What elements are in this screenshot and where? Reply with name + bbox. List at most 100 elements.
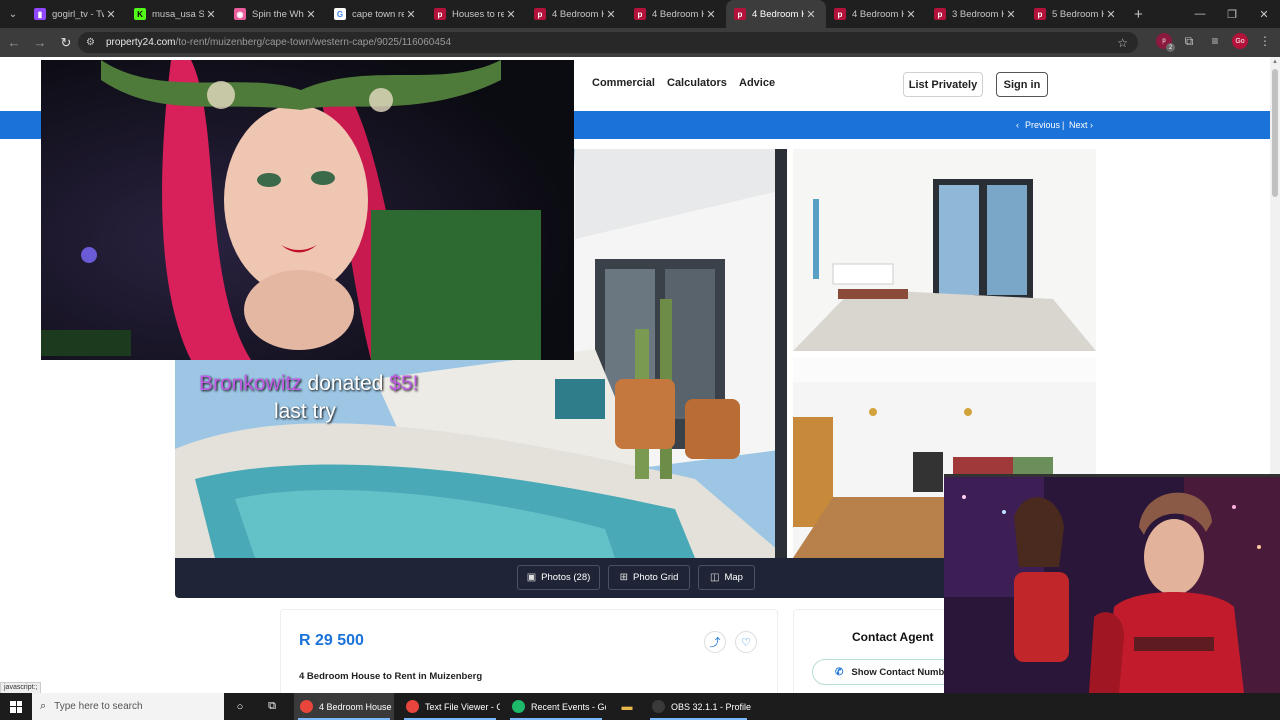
tab-title: cape town rental: [352, 8, 404, 20]
windows-taskbar: ⌕ Type here to search ○ ⧉ 4 Bedroom Hous…: [0, 693, 1280, 720]
bookmark-star-icon[interactable]: ☆: [1117, 36, 1128, 50]
tab-favicon-icon: G: [334, 8, 346, 20]
url-host: property24.com: [106, 37, 176, 48]
media-controls-icon[interactable]: ≡: [1206, 32, 1224, 50]
restore-icon[interactable]: ❐: [1216, 0, 1248, 28]
profile-avatar[interactable]: Go: [1232, 33, 1248, 49]
cortana-circle-icon[interactable]: ○: [224, 693, 256, 720]
browser-tab[interactable]: p 5 Bedroom House✕: [1026, 0, 1126, 28]
tab-close-icon[interactable]: ✕: [1104, 8, 1118, 21]
next-link[interactable]: Next: [1069, 120, 1088, 130]
previous-link[interactable]: Previous: [1025, 120, 1060, 130]
file-explorer-icon[interactable]: ▬: [611, 693, 643, 720]
scrollbar-thumb[interactable]: [1272, 69, 1278, 197]
tab-title: 4 Bedroom House: [652, 8, 704, 20]
favourite-heart-icon[interactable]: ♡: [735, 631, 757, 653]
browser-tab[interactable]: p 4 Bedroom House✕: [526, 0, 626, 28]
browser-tab[interactable]: ▮ gogirl_tv - Twitch✕: [26, 0, 126, 28]
close-window-icon[interactable]: ✕: [1248, 0, 1280, 28]
webcam-label-overlay: [41, 330, 131, 356]
tab-close-icon[interactable]: ✕: [104, 8, 118, 21]
site-info-icon[interactable]: ⚙: [86, 37, 102, 48]
tab-close-icon[interactable]: ✕: [604, 8, 618, 21]
show-contact-number-label: Show Contact Number: [851, 666, 954, 678]
share-icon[interactable]: ⤴: [704, 631, 726, 653]
tab-close-icon[interactable]: ✕: [704, 8, 718, 21]
browser-tab[interactable]: ◉ Spin the Wheel✕: [226, 0, 326, 28]
taskbar-search-box[interactable]: ⌕ Type here to search: [32, 693, 224, 720]
browser-tab[interactable]: p 3 Bedroom House✕: [926, 0, 1026, 28]
nav-calculators[interactable]: Calculators: [667, 77, 727, 89]
tab-favicon-icon: ▮: [34, 8, 46, 20]
menu-kebab-icon[interactable]: ⋮: [1256, 32, 1274, 50]
browser-tab[interactable]: p 4 Bedroom House✕: [726, 0, 826, 28]
tab-favicon-icon: K: [134, 8, 146, 20]
donor-name: Bronkowitz: [199, 372, 302, 395]
nav-advice[interactable]: Advice: [739, 77, 775, 89]
donation-alert: Bronkowitz donated $5!: [199, 372, 419, 396]
nav-commercial[interactable]: Commercial: [592, 77, 655, 89]
browser-tab[interactable]: Gcape town rental✕: [326, 0, 426, 28]
scroll-up-icon[interactable]: ▲: [1272, 59, 1278, 65]
map-button[interactable]: ◫ Map: [698, 565, 755, 590]
taskbar-app[interactable]: OBS 32.1.1 - Profile:...: [646, 693, 751, 720]
taskbar-app[interactable]: 4 Bedroom House t...: [294, 693, 394, 720]
taskbar-app-label: OBS 32.1.1 - Profile:...: [671, 701, 751, 712]
photo-grid-button-label: Photo Grid: [632, 572, 679, 583]
extension-badge-count: 2: [1166, 43, 1175, 52]
new-tab-icon[interactable]: +: [1134, 6, 1143, 23]
browser-tab[interactable]: Kmusa_usa Stream✕: [126, 0, 226, 28]
tab-favicon-icon: p: [934, 8, 946, 20]
tab-close-icon[interactable]: ✕: [504, 8, 518, 21]
previous-chevron-icon[interactable]: ‹: [1016, 120, 1019, 130]
taskbar-app-label: 4 Bedroom House t...: [319, 701, 394, 712]
listing-summary-card: R 29 500 ⤴ ♡ 4 Bedroom House to Rent in …: [280, 609, 778, 693]
back-icon[interactable]: ←: [2, 31, 26, 55]
image-icon: ▣: [526, 572, 537, 583]
reload-icon[interactable]: ↻: [54, 31, 78, 55]
task-view-icon[interactable]: ⧉: [256, 693, 288, 720]
windows-start-icon[interactable]: [0, 693, 32, 720]
listing-title: 4 Bedroom House to Rent in Muizenberg: [299, 671, 483, 682]
photos-button[interactable]: ▣ Photos (28): [517, 565, 600, 590]
tab-close-icon[interactable]: ✕: [204, 8, 218, 21]
forward-icon[interactable]: →: [28, 31, 52, 55]
photo-grid-button[interactable]: ⊞ Photo Grid: [608, 565, 690, 590]
tab-list: ▮gogirl_tv - Twitch✕Kmusa_usa Stream✕◉Sp…: [26, 0, 1126, 28]
taskbar-app[interactable]: Recent Events - Go...: [506, 693, 606, 720]
tab-title: Houses to rent: [452, 8, 504, 20]
webcam-corner-overlay: [534, 62, 570, 82]
address-bar[interactable]: ⚙ property24.com/to-rent/muizenberg/cape…: [78, 32, 1138, 53]
extensions-puzzle-icon[interactable]: ⧉: [1180, 32, 1198, 50]
browser-tab[interactable]: p 4 Bedroom House✕: [826, 0, 926, 28]
next-chevron-icon[interactable]: ›: [1090, 120, 1093, 130]
phone-icon: ✆: [835, 666, 844, 678]
tab-favicon-icon: p: [634, 8, 646, 20]
photos-button-label: Photos (28): [541, 572, 591, 583]
tab-title: 4 Bedroom House: [852, 8, 904, 20]
tab-title: gogirl_tv - Twitch: [52, 8, 104, 20]
extension-icon[interactable]: p2: [1156, 33, 1175, 52]
tab-close-icon[interactable]: ✕: [304, 8, 318, 21]
tab-favicon-icon: p: [534, 8, 546, 20]
tab-favicon-icon: p: [1034, 8, 1046, 20]
tab-close-icon[interactable]: ✕: [404, 8, 418, 21]
tab-favicon-icon: p: [834, 8, 846, 20]
contact-agent-title: Contact Agent: [852, 630, 934, 644]
sign-in-button[interactable]: Sign in: [996, 72, 1048, 97]
minimize-icon[interactable]: —: [1184, 0, 1216, 28]
browser-tab[interactable]: p Houses to rent✕: [426, 0, 526, 28]
tab-search-icon[interactable]: ⌄: [0, 0, 26, 28]
taskbar-app-label: Recent Events - Go...: [531, 701, 606, 712]
tab-close-icon[interactable]: ✕: [904, 8, 918, 21]
listing-price: R 29 500: [299, 632, 364, 649]
tab-title: 3 Bedroom House: [952, 8, 1004, 20]
tab-close-icon[interactable]: ✕: [804, 8, 818, 21]
tab-title: 4 Bedroom House: [552, 8, 604, 20]
browser-tab[interactable]: p 4 Bedroom House✕: [626, 0, 726, 28]
tab-close-icon[interactable]: ✕: [1004, 8, 1018, 21]
side-photo-1[interactable]: [793, 149, 1096, 351]
tab-title: 5 Bedroom House: [1052, 8, 1104, 20]
list-privately-button[interactable]: List Privately: [903, 72, 983, 97]
taskbar-app[interactable]: Text File Viewer - G...: [400, 693, 500, 720]
